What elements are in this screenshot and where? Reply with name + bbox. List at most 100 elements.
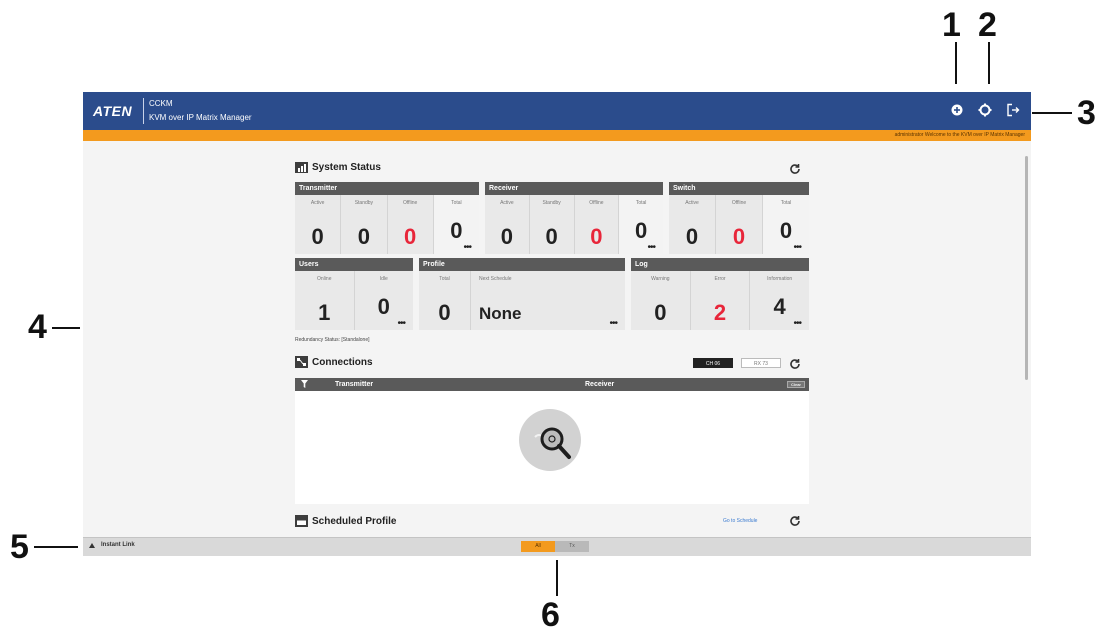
- page-scrollbar[interactable]: [1025, 156, 1028, 380]
- stat-label: Warning: [651, 276, 670, 282]
- transmitter-active: Active 0: [295, 195, 342, 254]
- chevron-up-icon[interactable]: [89, 542, 95, 548]
- receiver-more-icon[interactable]: •••: [647, 243, 655, 253]
- users-idle: Idle 0 •••: [355, 271, 414, 330]
- profile-next-schedule: Next Schedule None •••: [471, 271, 625, 330]
- users-card-title: Users: [295, 258, 413, 271]
- connections-header-button[interactable]: Clear: [787, 381, 805, 388]
- profile-card: Profile Total 0 Next Schedule None •••: [419, 258, 625, 330]
- connections-icon: [295, 356, 308, 368]
- transmitter-total: Total 0 •••: [433, 195, 479, 254]
- stat-value: 0: [779, 218, 793, 243]
- welcome-message: administrator Welcome to the KVM over IP…: [894, 132, 1025, 138]
- help-icon[interactable]: [949, 102, 965, 118]
- column-receiver[interactable]: Receiver: [585, 381, 614, 388]
- bar-chart-icon: [295, 162, 308, 173]
- stat-value: 0: [377, 294, 390, 319]
- manual-figure: 1 2 3 4 5 6 ATEN CCKM KVM over IP Matrix…: [0, 0, 1107, 634]
- scheduled-profile-refresh-icon[interactable]: [789, 515, 801, 527]
- filter-icon[interactable]: [301, 380, 308, 388]
- connections-label: Connections: [312, 356, 373, 368]
- stat-value: 0: [654, 300, 667, 325]
- log-more-icon[interactable]: •••: [794, 319, 802, 329]
- receiver-offline: Offline 0: [575, 195, 620, 254]
- settings-icon[interactable]: [977, 102, 993, 118]
- connections-view-toggle: CH 06 RX 73: [693, 358, 781, 368]
- header-divider: [143, 98, 144, 124]
- receiver-total: Total 0 •••: [619, 195, 663, 254]
- product-name: CCKM KVM over IP Matrix Manager: [149, 97, 252, 125]
- receiver-card: Receiver Active 0 Standby 0 Offline 0 Total…: [485, 182, 663, 254]
- stat-label: Next Schedule: [479, 276, 512, 282]
- stat-label: Idle: [379, 276, 388, 282]
- stat-value: 1: [318, 300, 331, 325]
- aten-logo: ATEN: [93, 103, 133, 119]
- redundancy-status: Redundancy Status: [Standalone]: [295, 337, 370, 343]
- system-status-title: System Status: [295, 162, 381, 173]
- transmitter-offline: Offline 0: [388, 195, 434, 254]
- stat-value: 0: [438, 300, 451, 325]
- footer-tab-tx[interactable]: Tx: [555, 541, 589, 552]
- users-more-icon[interactable]: •••: [397, 319, 405, 329]
- callout-3-line: [1032, 112, 1072, 114]
- instant-link-toggle[interactable]: Instant Link: [89, 542, 135, 548]
- users-card: Users Online 1 Idle 0 •••: [295, 258, 413, 330]
- switch-card: Switch Active 0 Offline 0 Total 0 •••: [669, 182, 809, 254]
- switch-more-icon[interactable]: •••: [793, 243, 801, 253]
- callout-2-line: [988, 42, 990, 84]
- callout-1-line: [955, 42, 957, 84]
- calendar-icon: [295, 515, 308, 527]
- stat-value: 4: [773, 294, 786, 319]
- toggle-ch-button[interactable]: CH 06: [693, 358, 733, 368]
- stat-value: 0: [311, 224, 324, 249]
- callout-3: 3: [1077, 94, 1096, 132]
- profile-total: Total 0: [419, 271, 471, 330]
- stat-value: 0: [500, 224, 513, 249]
- stat-label: Offline: [402, 200, 418, 206]
- stat-value: 0: [545, 224, 558, 249]
- welcome-bar: administrator Welcome to the KVM over IP…: [83, 130, 1031, 141]
- callout-1: 1: [942, 6, 961, 44]
- callout-4: 4: [28, 308, 47, 346]
- stat-label: Offline: [731, 200, 747, 206]
- transmitter-more-icon[interactable]: •••: [463, 243, 471, 253]
- system-status-refresh-icon[interactable]: [789, 163, 801, 175]
- stat-label: Total: [780, 200, 792, 206]
- stat-label: Total: [451, 200, 462, 206]
- stat-label: Total: [635, 200, 647, 206]
- switch-active: Active 0: [669, 195, 716, 254]
- stat-label: Standby: [542, 200, 561, 206]
- connections-table: Transmitter Receiver Clear: [295, 378, 809, 504]
- empty-state-illustration: [519, 409, 581, 471]
- stat-value: 0: [635, 218, 648, 243]
- stat-label: Active: [310, 200, 325, 206]
- log-card: Log Warning 0 Error 2 Information 4 •••: [631, 258, 809, 330]
- receiver-active: Active 0: [485, 195, 530, 254]
- profile-more-icon[interactable]: •••: [609, 319, 617, 329]
- product-line-2: KVM over IP Matrix Manager: [149, 113, 252, 122]
- instant-link-label: Instant Link: [101, 542, 135, 548]
- transmitter-card: Transmitter Active 0 Standby 0 Offline 0 To…: [295, 182, 479, 254]
- top-header: ATEN CCKM KVM over IP Matrix Manager: [83, 92, 1031, 130]
- log-information: Information 4 •••: [750, 271, 809, 330]
- column-transmitter[interactable]: Transmitter: [335, 381, 373, 388]
- connections-title: Connections: [295, 356, 373, 368]
- log-error: Error 2: [691, 271, 751, 330]
- instant-link-bar: Instant Link All Tx: [83, 537, 1031, 556]
- stat-value: 0: [357, 224, 370, 249]
- toggle-rx-button[interactable]: RX 73: [741, 358, 781, 368]
- transmitter-standby: Standby 0: [341, 195, 388, 254]
- logout-icon[interactable]: [1005, 102, 1021, 118]
- switch-card-title: Switch: [669, 182, 809, 195]
- header-icon-group: [949, 102, 1021, 118]
- stat-value: 0: [685, 224, 699, 249]
- stat-label: Error: [714, 276, 726, 282]
- stat-value: 2: [713, 300, 727, 325]
- stat-label: Online: [317, 276, 332, 282]
- app-window: ATEN CCKM KVM over IP Matrix Manager adm…: [83, 92, 1031, 556]
- go-to-schedule-link[interactable]: Go to Schedule: [723, 518, 757, 524]
- callout-5: 5: [10, 528, 29, 566]
- callout-2: 2: [978, 6, 997, 44]
- footer-tab-all[interactable]: All: [521, 541, 555, 552]
- connections-refresh-icon[interactable]: [789, 358, 801, 370]
